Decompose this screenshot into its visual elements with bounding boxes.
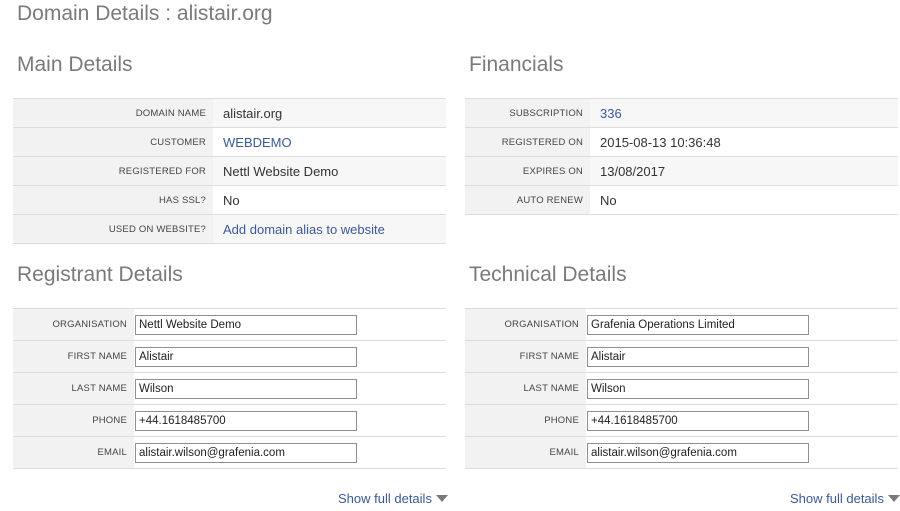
customer-link[interactable]: WEBDEMO bbox=[213, 135, 446, 150]
technical-row-email: Email bbox=[465, 437, 898, 469]
technical-email-input[interactable] bbox=[587, 442, 809, 463]
registrant-organisation-input[interactable] bbox=[135, 314, 357, 335]
expires-on-value: 13/08/2017 bbox=[600, 163, 666, 179]
page-title: Domain Details : alistair.org bbox=[17, 2, 273, 25]
row-expires-on: Expires On 13/08/2017 bbox=[465, 157, 898, 186]
registrant-form: Organisation First Name Last Name Phone … bbox=[13, 308, 446, 469]
domain-name-label: Domain Name bbox=[13, 99, 213, 127]
customer-label: Customer bbox=[13, 128, 213, 156]
main-details-section: Main Details Domain Name alistair.org Cu… bbox=[13, 50, 446, 244]
registrant-show-full-details-link[interactable]: Show full details bbox=[338, 491, 448, 506]
registrant-row-phone: Phone bbox=[13, 405, 446, 437]
technical-form: Organisation First Name Last Name Phone … bbox=[465, 308, 898, 469]
registered-for-value: Nettl Website Demo bbox=[223, 163, 339, 179]
domain-name-value: alistair.org bbox=[223, 105, 283, 121]
row-has-ssl: Has SSL? No bbox=[13, 186, 446, 215]
row-customer: Customer WEBDEMO bbox=[13, 128, 446, 157]
financials-title: Financials bbox=[469, 53, 564, 76]
add-domain-alias-link[interactable]: Add domain alias to website bbox=[213, 222, 446, 237]
registrant-email-label: Email bbox=[13, 437, 134, 468]
technical-last-name-label: Last Name bbox=[465, 373, 586, 404]
technical-organisation-input[interactable] bbox=[587, 314, 809, 335]
registrant-row-first-name: First Name bbox=[13, 341, 446, 373]
main-details-table: Domain Name alistair.org Customer WEBDEM… bbox=[13, 98, 446, 244]
registered-for-label: Registered For bbox=[13, 157, 213, 185]
caret-down-icon bbox=[887, 495, 900, 502]
registered-on-label: Registered On bbox=[465, 128, 590, 156]
registrant-last-name-label: Last Name bbox=[13, 373, 134, 404]
technical-show-full-details-link[interactable]: Show full details bbox=[790, 491, 900, 506]
registrant-first-name-input[interactable] bbox=[135, 346, 357, 367]
technical-title: Technical Details bbox=[469, 263, 627, 286]
registrant-row-email: Email bbox=[13, 437, 446, 469]
technical-phone-input[interactable] bbox=[587, 410, 809, 431]
row-domain-name: Domain Name alistair.org bbox=[13, 99, 446, 128]
technical-row-last-name: Last Name bbox=[465, 373, 898, 405]
technical-row-first-name: First Name bbox=[465, 341, 898, 373]
registrant-section: Registrant Details Organisation First Na… bbox=[13, 260, 446, 469]
auto-renew-label: Auto Renew bbox=[465, 186, 590, 214]
row-used-on-website: Used On Website? Add domain alias to web… bbox=[13, 215, 446, 244]
technical-organisation-label: Organisation bbox=[465, 309, 586, 340]
caret-down-icon bbox=[435, 495, 448, 502]
registrant-email-input[interactable] bbox=[135, 442, 357, 463]
technical-phone-label: Phone bbox=[465, 405, 586, 436]
row-registered-on: Registered On 2015-08-13 10:36:48 bbox=[465, 128, 898, 157]
financials-table: Subscription 336 Registered On 2015-08-1… bbox=[465, 98, 898, 215]
expires-on-label: Expires On bbox=[465, 157, 590, 185]
registered-on-value: 2015-08-13 10:36:48 bbox=[600, 134, 721, 150]
technical-email-label: Email bbox=[465, 437, 586, 468]
auto-renew-value: No bbox=[600, 192, 617, 208]
registrant-title: Registrant Details bbox=[17, 263, 183, 286]
used-on-website-label: Used On Website? bbox=[13, 215, 213, 243]
technical-first-name-input[interactable] bbox=[587, 346, 809, 367]
technical-first-name-label: First Name bbox=[465, 341, 586, 372]
technical-last-name-input[interactable] bbox=[587, 378, 809, 399]
technical-show-full-details-label: Show full details bbox=[790, 491, 884, 506]
has-ssl-value: No bbox=[223, 192, 240, 208]
registrant-row-organisation: Organisation bbox=[13, 309, 446, 341]
registrant-show-full-details-label: Show full details bbox=[338, 491, 432, 506]
registrant-last-name-input[interactable] bbox=[135, 378, 357, 399]
registrant-first-name-label: First Name bbox=[13, 341, 134, 372]
registrant-row-last-name: Last Name bbox=[13, 373, 446, 405]
main-details-title: Main Details bbox=[17, 53, 133, 76]
subscription-label: Subscription bbox=[465, 99, 590, 127]
subscription-link[interactable]: 336 bbox=[590, 106, 898, 121]
has-ssl-label: Has SSL? bbox=[13, 186, 213, 214]
technical-section: Technical Details Organisation First Nam… bbox=[465, 260, 898, 469]
row-registered-for: Registered For Nettl Website Demo bbox=[13, 157, 446, 186]
technical-row-phone: Phone bbox=[465, 405, 898, 437]
row-auto-renew: Auto Renew No bbox=[465, 186, 898, 215]
registrant-phone-input[interactable] bbox=[135, 410, 357, 431]
registrant-phone-label: Phone bbox=[13, 405, 134, 436]
registrant-organisation-label: Organisation bbox=[13, 309, 134, 340]
row-subscription: Subscription 336 bbox=[465, 99, 898, 128]
technical-row-organisation: Organisation bbox=[465, 309, 898, 341]
financials-section: Financials Subscription 336 Registered O… bbox=[465, 50, 898, 215]
